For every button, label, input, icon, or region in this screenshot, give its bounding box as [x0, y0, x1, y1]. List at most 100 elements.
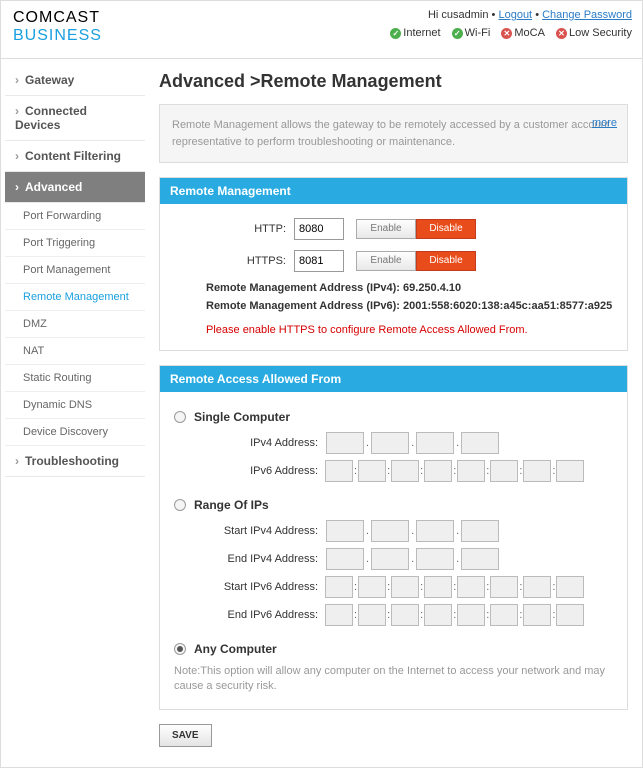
- header: COMCAST BUSINESS Hi cusadmin • Logout • …: [1, 1, 642, 59]
- ipv4-octet[interactable]: [461, 432, 499, 454]
- status-label: Low Security: [569, 27, 632, 39]
- http-label: HTTP:: [174, 223, 294, 235]
- more-link[interactable]: more: [592, 115, 617, 132]
- nav-device-discovery[interactable]: Device Discovery: [5, 419, 145, 446]
- end-ipv6-label: End IPv6 Address:: [174, 609, 324, 621]
- nav-port-triggering[interactable]: Port Triggering: [5, 230, 145, 257]
- nav-troubleshooting[interactable]: Troubleshooting: [5, 446, 145, 477]
- ipv4-octet[interactable]: [326, 548, 364, 570]
- ipv6-hextet[interactable]: [358, 604, 386, 626]
- ipv4-octet[interactable]: [371, 520, 409, 542]
- nav-dynamic-dns[interactable]: Dynamic DNS: [5, 392, 145, 419]
- radio-any-computer[interactable]: Any Computer: [174, 642, 613, 656]
- nav-advanced[interactable]: Advanced: [5, 172, 145, 203]
- radio-label: Any Computer: [194, 642, 277, 656]
- content: Advanced >Remote Management Remote Manag…: [149, 59, 642, 767]
- ipv6-hextet[interactable]: [457, 576, 485, 598]
- status-internet: ✓Internet: [390, 27, 440, 39]
- ipv6-hextet[interactable]: [358, 460, 386, 482]
- nav-connected-devices[interactable]: Connected Devices: [5, 96, 145, 141]
- status-label: MoCA: [514, 27, 545, 39]
- status-row: ✓Internet ✓Wi-Fi ✕MoCA ✕Low Security: [382, 27, 632, 39]
- sep: •: [492, 9, 496, 21]
- status-label: Wi-Fi: [465, 27, 491, 39]
- nav-content-filtering[interactable]: Content Filtering: [5, 141, 145, 172]
- ipv6-hextet[interactable]: [490, 576, 518, 598]
- ipv6-hextet[interactable]: [457, 604, 485, 626]
- ipv6-hextet[interactable]: [490, 460, 518, 482]
- ipv4-octet[interactable]: [326, 520, 364, 542]
- nav-remote-management[interactable]: Remote Management: [5, 284, 145, 311]
- https-enable-button[interactable]: Enable: [356, 251, 416, 271]
- ipv6-hextet[interactable]: [391, 576, 419, 598]
- ipv4-octet[interactable]: [326, 432, 364, 454]
- x-icon: ✕: [501, 28, 512, 39]
- http-disable-button[interactable]: Disable: [416, 219, 476, 239]
- ipv4-octet[interactable]: [416, 520, 454, 542]
- save-button[interactable]: SAVE: [159, 724, 212, 747]
- start-ipv4-label: Start IPv4 Address:: [174, 525, 324, 537]
- https-port-input[interactable]: [294, 250, 344, 272]
- nav-dmz[interactable]: DMZ: [5, 311, 145, 338]
- description-text: Remote Management allows the gateway to …: [172, 119, 610, 148]
- ipv6-hextet[interactable]: [556, 604, 584, 626]
- nav-port-management[interactable]: Port Management: [5, 257, 145, 284]
- ipv6-hextet[interactable]: [391, 604, 419, 626]
- ipv4-octet[interactable]: [416, 432, 454, 454]
- status-wifi: ✓Wi-Fi: [452, 27, 491, 39]
- ipv4-address-line: Remote Management Address (IPv4): 69.250…: [206, 282, 613, 294]
- http-port-input[interactable]: [294, 218, 344, 240]
- http-enable-button[interactable]: Enable: [356, 219, 416, 239]
- ipv6-hextet[interactable]: [424, 576, 452, 598]
- status-label: Internet: [403, 27, 440, 39]
- check-icon: ✓: [452, 28, 463, 39]
- radio-label: Range Of IPs: [194, 498, 269, 512]
- section-heading: Remote Access Allowed From: [160, 366, 627, 392]
- sep: •: [535, 9, 539, 21]
- https-label: HTTPS:: [174, 255, 294, 267]
- change-password-link[interactable]: Change Password: [542, 9, 632, 21]
- ipv6-hextet[interactable]: [556, 460, 584, 482]
- ipv6-hextet[interactable]: [325, 604, 353, 626]
- ipv6-hextet[interactable]: [523, 604, 551, 626]
- ipv6-hextet[interactable]: [424, 460, 452, 482]
- https-disable-button[interactable]: Disable: [416, 251, 476, 271]
- nav-gateway[interactable]: Gateway: [5, 65, 145, 96]
- radio-label: Single Computer: [194, 410, 290, 424]
- sidebar: Gateway Connected Devices Content Filter…: [1, 59, 149, 767]
- ipv6-hextet[interactable]: [325, 460, 353, 482]
- ipv6-hextet[interactable]: [424, 604, 452, 626]
- ipv6-hextet[interactable]: [358, 576, 386, 598]
- brand-logo: COMCAST BUSINESS: [13, 9, 102, 45]
- ipv4-octet[interactable]: [371, 548, 409, 570]
- user-row: Hi cusadmin • Logout • Change Password: [428, 9, 632, 21]
- x-icon: ✕: [556, 28, 567, 39]
- ipv6-hextet[interactable]: [391, 460, 419, 482]
- radio-range-ips[interactable]: Range Of IPs: [174, 498, 613, 512]
- end-ipv4-label: End IPv4 Address:: [174, 553, 324, 565]
- ipv6-hextet[interactable]: [325, 576, 353, 598]
- greeting: Hi cusadmin: [428, 9, 489, 21]
- radio-single-computer[interactable]: Single Computer: [174, 410, 613, 424]
- ipv4-octet[interactable]: [461, 520, 499, 542]
- description-box: Remote Management allows the gateway to …: [159, 104, 628, 163]
- nav-nat[interactable]: NAT: [5, 338, 145, 365]
- ipv4-octet[interactable]: [461, 548, 499, 570]
- https-warning: Please enable HTTPS to configure Remote …: [206, 324, 613, 336]
- ipv6-hextet[interactable]: [457, 460, 485, 482]
- nav-static-routing[interactable]: Static Routing: [5, 365, 145, 392]
- ipv6-hextet[interactable]: [490, 604, 518, 626]
- ipv4-octet[interactable]: [416, 548, 454, 570]
- any-computer-note: Note:This option will allow any computer…: [174, 664, 613, 695]
- brand-line2: BUSINESS: [13, 27, 102, 45]
- nav-port-forwarding[interactable]: Port Forwarding: [5, 203, 145, 230]
- logout-link[interactable]: Logout: [498, 9, 532, 21]
- status-moca: ✕MoCA: [501, 27, 545, 39]
- ipv4-octet[interactable]: [371, 432, 409, 454]
- ipv6-hextet[interactable]: [523, 460, 551, 482]
- remote-access-section: Remote Access Allowed From Single Comput…: [159, 365, 628, 710]
- ipv6-hextet[interactable]: [523, 576, 551, 598]
- ipv6-hextet[interactable]: [556, 576, 584, 598]
- brand-line1: COMCAST: [13, 9, 102, 27]
- ipv6-address-label: IPv6 Address:: [174, 465, 324, 477]
